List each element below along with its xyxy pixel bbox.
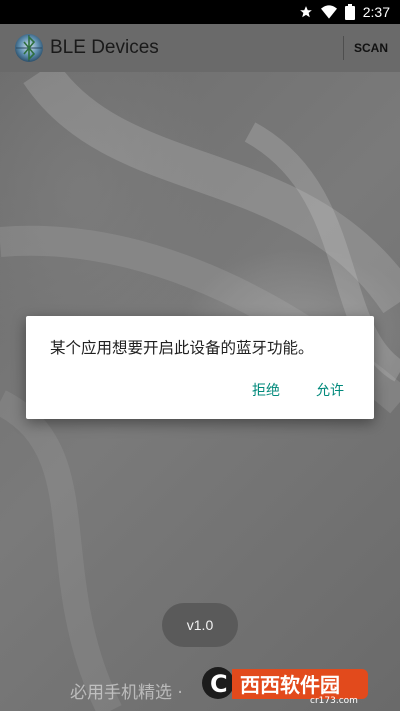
status-time: 2:37: [362, 4, 390, 20]
star-icon: [299, 5, 313, 19]
watermark-text: 必用手机精选 ·: [70, 683, 183, 703]
battery-icon: [344, 4, 355, 20]
app-title: BLE Devices: [50, 37, 159, 58]
status-bar: 2:37: [0, 0, 400, 24]
dialog-message: 某个应用想要开启此设备的蓝牙功能。: [50, 339, 314, 357]
bluetooth-permission-dialog: 某个应用想要开启此设备的蓝牙功能。 拒绝 允许: [26, 316, 374, 419]
scan-button[interactable]: SCAN: [354, 24, 388, 72]
brand-url: cr173.com: [310, 696, 358, 705]
deny-button[interactable]: 拒绝: [252, 380, 280, 400]
cr173-logo: C 西西软件园 cr173.com: [202, 667, 368, 705]
version-badge: v1.0: [162, 603, 238, 647]
brand-name: 西西软件园: [240, 673, 340, 697]
app-bar: BLE Devices SCAN: [0, 24, 400, 72]
bluetooth-globe-icon: [15, 34, 43, 62]
appbar-divider: [343, 36, 344, 60]
allow-button[interactable]: 允许: [316, 380, 344, 400]
svg-text:C: C: [210, 670, 228, 698]
wifi-icon: [320, 5, 337, 19]
